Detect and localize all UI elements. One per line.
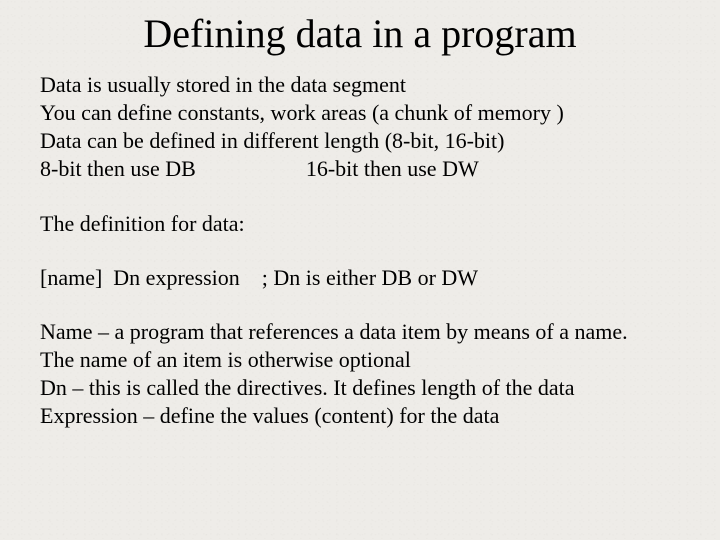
explanation-line: Dn – this is called the directives. It d… xyxy=(40,374,680,402)
intro-line: 8-bit then use DB 16-bit then use DW xyxy=(40,155,680,183)
syntax-block: [name] Dn expression ; Dn is either DB o… xyxy=(40,264,680,292)
explanation-block: Name – a program that references a data … xyxy=(40,318,680,431)
explanation-line: Name – a program that references a data … xyxy=(40,318,680,346)
intro-block: Data is usually stored in the data segme… xyxy=(40,71,680,184)
slide-title: Defining data in a program xyxy=(40,10,680,57)
slide: Defining data in a program Data is usual… xyxy=(0,10,720,540)
explanation-line: The name of an item is otherwise optiona… xyxy=(40,346,680,374)
syntax-line: [name] Dn expression ; Dn is either DB o… xyxy=(40,264,680,292)
definition-heading: The definition for data: xyxy=(40,210,680,238)
intro-line: You can define constants, work areas (a … xyxy=(40,99,680,127)
definition-heading-block: The definition for data: xyxy=(40,210,680,238)
intro-line: Data is usually stored in the data segme… xyxy=(40,71,680,99)
intro-line: Data can be defined in different length … xyxy=(40,127,680,155)
explanation-line: Expression – define the values (content)… xyxy=(40,402,680,430)
